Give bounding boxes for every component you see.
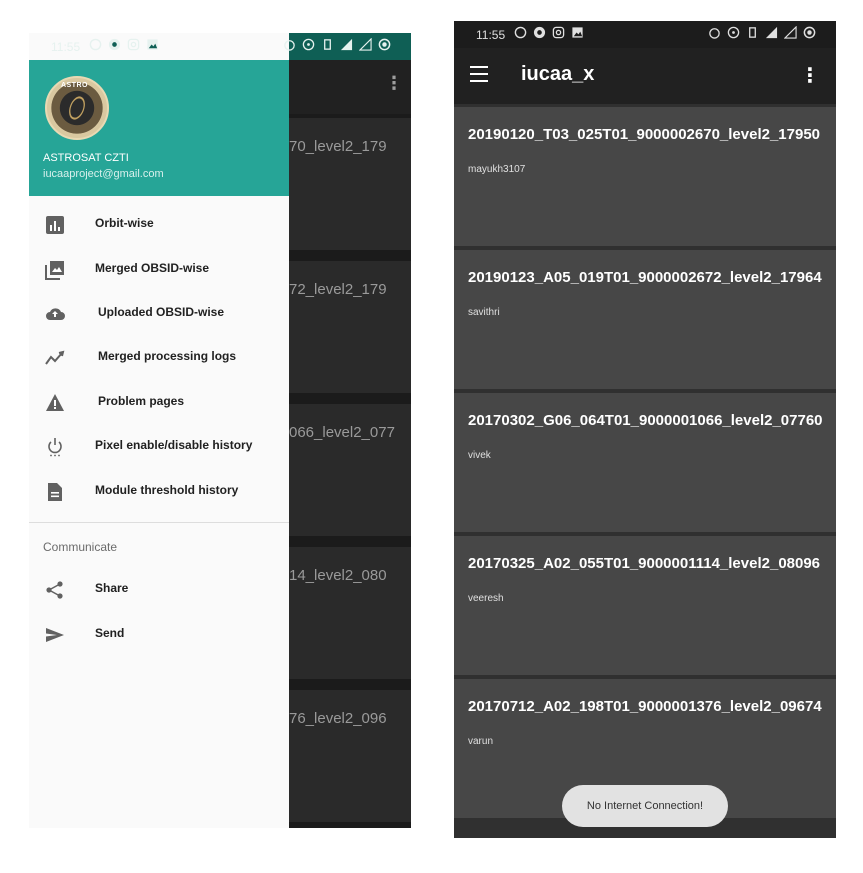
menu-item-label: Share: [95, 581, 129, 595]
status-time: 11:55: [51, 40, 81, 54]
list-item-title: 20170325_A02_055T01_9000001114_level2_08…: [468, 555, 821, 572]
battery-icon: [803, 26, 816, 39]
menu-item-label: Module threshold history: [95, 483, 239, 497]
hotspot-icon: [302, 38, 315, 51]
list-item-title: 20190123_A05_019T01_9000002672_level2_17…: [468, 269, 822, 286]
app-toolbar: iucaa_x ⋮: [454, 48, 836, 104]
gallery-icon: [572, 27, 583, 38]
menu-item-label: Uploaded OBSID-wise: [98, 305, 225, 319]
menu-item-pixel-history[interactable]: Pixel enable/disable history: [29, 425, 289, 469]
chrome-icon: [108, 38, 121, 51]
status-system-icons: [283, 38, 391, 51]
menu-item-module-threshold-history[interactable]: Module threshold history: [29, 470, 289, 514]
background-card: 70_level2_179: [289, 118, 411, 250]
list-item-title: 20170712_A02_198T01_9000001376_level2_09…: [468, 698, 822, 715]
chrome-icon: [533, 26, 546, 39]
menu-item-merged-processing-logs[interactable]: Merged processing logs: [29, 336, 289, 380]
toast-message: No Internet Connection!: [562, 785, 728, 827]
signal-2-icon: [359, 38, 372, 51]
status-bar: 11:55: [454, 21, 836, 48]
background-card-title: 72_level2_179: [289, 281, 387, 298]
vibrate-icon: [749, 27, 756, 38]
menu-item-share[interactable]: Share: [29, 568, 289, 612]
battery-icon: [378, 38, 391, 51]
background-card-title: 066_level2_077: [289, 424, 395, 441]
instagram-icon: [552, 26, 565, 39]
gallery-icon: [147, 39, 158, 50]
app-title: iucaa_x: [521, 63, 595, 85]
signal-2-icon: [784, 26, 797, 39]
document-icon: [48, 483, 62, 501]
background-card: 14_level2_080: [289, 547, 411, 679]
status-notification-icons: [89, 38, 159, 51]
background-card: 066_level2_077: [289, 404, 411, 536]
background-more-icon: ⋮: [385, 73, 403, 93]
status-notification-icons: [514, 26, 584, 39]
list-item-user: savithri: [468, 307, 500, 318]
background-card-title: 70_level2_179: [289, 138, 387, 155]
account-email: iucaaproject@gmail.com: [43, 168, 164, 180]
hamburger-menu-icon[interactable]: [470, 66, 490, 82]
alarm-icon: [284, 40, 295, 51]
avatar-logo-text: ASTRO: [61, 82, 88, 89]
list-item-user: vivek: [468, 450, 491, 461]
background-card-title: 14_level2_080: [289, 567, 387, 584]
orbit-ring-icon: [66, 94, 88, 122]
alarm-icon: [709, 28, 720, 39]
warning-icon: [46, 394, 64, 411]
account-name: ASTROSAT CZTI: [43, 152, 129, 164]
share-icon: [46, 581, 63, 599]
menu-item-uploaded-obsid-wise[interactable]: Uploaded OBSID-wise: [29, 292, 289, 336]
drawer-divider: [29, 522, 289, 523]
section-label-communicate: Communicate: [43, 540, 118, 554]
trending-icon: [45, 350, 65, 365]
status-system-icons: [708, 26, 816, 39]
status-bar: 11:55: [29, 33, 411, 60]
vibrate-icon: [324, 39, 331, 50]
whatsapp-icon: [89, 38, 102, 51]
menu-item-label: Orbit-wise: [95, 216, 154, 230]
list-item-user: mayukh3107: [468, 164, 526, 175]
instagram-icon: [127, 38, 140, 51]
menu-item-label: Send: [95, 626, 125, 640]
signal-icon: [340, 38, 353, 51]
drawer-header: ASTRO ASTROSAT CZTI iucaaproject@gmail.c…: [29, 60, 289, 196]
bar-chart-icon: [46, 216, 64, 234]
list-item-title: 20170302_G06_064T01_9000001066_level2_07…: [468, 412, 823, 429]
list-item-user: veeresh: [468, 593, 504, 604]
whatsapp-icon: [514, 26, 527, 39]
status-time: 11:55: [476, 28, 506, 42]
send-icon: [46, 628, 64, 642]
list-screenshot: 11:55 iucaa_x ⋮ 20190120_T03_025T01_9000…: [454, 21, 836, 838]
menu-item-merged-obsid-wise[interactable]: Merged OBSID-wise: [29, 248, 289, 292]
list-item[interactable]: 20190120_T03_025T01_9000002670_level2_17…: [454, 107, 836, 246]
list-item-title: 20190120_T03_025T01_9000002670_level2_17…: [468, 126, 821, 143]
menu-item-orbit-wise[interactable]: Orbit-wise: [29, 203, 289, 247]
menu-item-label: Merged processing logs: [98, 349, 237, 363]
menu-item-label: Pixel enable/disable history: [95, 438, 253, 452]
menu-item-send[interactable]: Send: [29, 613, 289, 657]
more-options-icon[interactable]: ⋮: [800, 63, 820, 88]
photo-library-icon: [45, 261, 64, 280]
list-item[interactable]: 20170302_G06_064T01_9000001066_level2_07…: [454, 393, 836, 532]
menu-item-label: Merged OBSID-wise: [95, 261, 210, 275]
signal-icon: [765, 26, 778, 39]
power-settings-icon: [48, 438, 62, 457]
background-card: 76_level2_096: [289, 690, 411, 822]
list-item[interactable]: 20170325_A02_055T01_9000001114_level2_08…: [454, 536, 836, 675]
list-item[interactable]: 20190123_A05_019T01_9000002672_level2_17…: [454, 250, 836, 389]
navigation-drawer: ASTRO ASTROSAT CZTI iucaaproject@gmail.c…: [29, 33, 289, 828]
menu-item-label: Problem pages: [98, 394, 185, 408]
avatar[interactable]: ASTRO: [45, 76, 109, 140]
list-item-user: varun: [468, 736, 494, 747]
hotspot-icon: [727, 26, 740, 39]
drawer-screenshot: ⋮ 70_level2_179 72_level2_179 066_level2…: [29, 33, 411, 828]
background-card: 72_level2_179: [289, 261, 411, 393]
menu-item-problem-pages[interactable]: Problem pages: [29, 381, 289, 425]
cloud-upload-icon: [46, 308, 65, 320]
background-card-title: 76_level2_096: [289, 710, 387, 727]
